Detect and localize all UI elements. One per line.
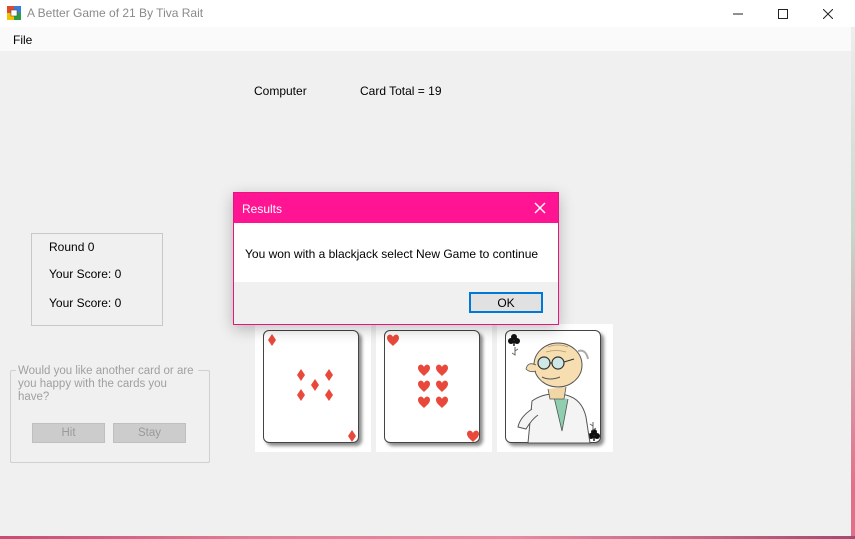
desktop-edge-right (851, 27, 855, 539)
card-slot-1 (255, 324, 371, 452)
menu-bar: File (0, 27, 851, 51)
card-total-label: Card Total = 19 (360, 84, 442, 98)
minimize-button[interactable] (715, 0, 761, 27)
results-dialog: Results You won with a blackjack select … (233, 192, 559, 325)
card-six-of-hearts (384, 330, 480, 443)
ok-button[interactable]: OK (469, 292, 543, 313)
title-bar: A Better Game of 21 By Tiva Rait (0, 0, 855, 27)
dialog-message: You won with a blackjack select New Game… (245, 247, 539, 261)
diamond-suit-icon (268, 334, 356, 442)
dialog-title-bar: Results (234, 193, 558, 223)
card-five-of-diamonds (263, 330, 359, 443)
minimize-icon (733, 13, 743, 14)
club-king-portrait-icon (508, 334, 600, 444)
close-icon (823, 8, 833, 19)
card-slot-3 (497, 324, 613, 452)
window-title: A Better Game of 21 By Tiva Rait (27, 6, 204, 20)
heart-suit-icon (387, 334, 479, 442)
card-slot-2 (376, 324, 492, 452)
menu-file[interactable]: File (13, 33, 32, 47)
dialog-title: Results (242, 202, 283, 216)
computer-label: Computer (254, 84, 307, 98)
stay-button[interactable]: Stay (113, 423, 186, 443)
dialog-body: You won with a blackjack select New Game… (234, 223, 558, 282)
card-king-of-clubs (505, 330, 601, 444)
your-score-label-2: Your Score: 0 (49, 296, 122, 310)
close-button[interactable] (805, 0, 851, 27)
hit-button[interactable]: Hit (32, 423, 105, 443)
dialog-close-icon[interactable] (532, 200, 548, 216)
maximize-icon (778, 8, 788, 19)
app-cards-icon (7, 6, 21, 20)
choice-question: Would you like another card or are you h… (16, 365, 198, 404)
round-label: Round 0 (49, 240, 95, 254)
your-score-label: Your Score: 0 (49, 267, 122, 281)
maximize-button[interactable] (760, 0, 806, 27)
